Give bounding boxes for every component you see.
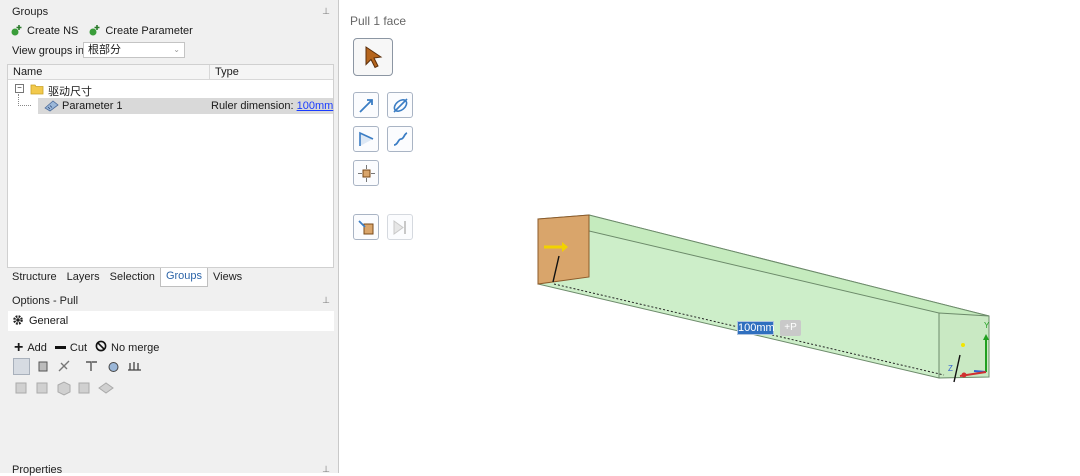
cut-label: Cut [69,341,88,354]
parameter-type-prefix: Ruler dimension: [211,100,297,112]
cut-option[interactable]: Cut [54,341,88,354]
cube-option-icon-2[interactable] [34,379,51,396]
view-groups-value: 根部分 [88,44,121,56]
create-ns-icon [10,24,23,37]
cube-option-icon-4[interactable] [76,379,93,396]
viewport[interactable]: Pull 1 face Y Z 100mm +P [340,0,1080,473]
general-section[interactable]: General [8,311,334,331]
general-label: General [29,315,69,327]
pull-both-sides-icon[interactable] [13,358,30,375]
create-ns-button[interactable]: Create NS [10,24,78,37]
chevron-down-icon: ⌄ [173,45,180,54]
parameter-icon [44,99,59,115]
cube-option-icon-3[interactable] [55,379,72,396]
tree-line [18,94,31,106]
folder-icon [30,83,44,98]
left-pane: Groups ⊥ Create NS Create Parameter View… [0,0,339,476]
view-groups-select[interactable]: 根部分 ⌄ [83,42,185,58]
model-box[interactable]: Y Z [340,0,1080,473]
rotate-option-icon[interactable] [105,358,122,375]
draft-option-icon[interactable] [83,358,100,375]
measure-option-icon[interactable] [56,358,73,375]
column-name-header[interactable]: Name [13,66,42,78]
view-groups-label: View groups in: [12,45,88,57]
no-merge-option[interactable]: No merge [95,340,159,355]
create-parameter-icon [88,24,101,37]
panel-tabs: Structure Layers Selection Groups Views [7,268,334,287]
create-parameter-label: Create Parameter [105,24,193,37]
parameter-type: Ruler dimension: 100mm [211,100,333,112]
folder-label: 驱动尺寸 [48,86,92,98]
tree-row-folder[interactable]: − 驱动尺寸 [8,82,333,98]
pin-icon[interactable]: ⊥ [322,295,330,306]
svg-text:Y: Y [984,321,990,330]
add-label: Add [27,341,47,354]
dimension-input[interactable]: 100mm [737,321,775,335]
gear-icon [12,314,24,329]
cube-option-icon-5[interactable] [97,379,114,396]
groups-panel-title: Groups [12,6,49,18]
groups-tree: Name Type − 驱动尺寸 Parameter 1 Ruler dimen… [7,64,334,268]
svg-text:Z: Z [948,364,953,373]
offset-option-icon[interactable] [126,358,143,375]
options-panel-title: Options - Pull [12,295,79,307]
tab-groups[interactable]: Groups [159,268,209,287]
tab-views[interactable]: Views [208,268,247,287]
tab-layers[interactable]: Layers [62,268,105,287]
add-option[interactable]: + Add [14,338,47,356]
ruler-option-icon[interactable] [35,358,52,375]
dimension-add-parameter-button[interactable]: +P [780,320,801,336]
create-parameter-button[interactable]: Create Parameter [88,24,193,37]
create-ns-label: Create NS [27,24,79,37]
parameter-value-link[interactable]: 100mm [297,100,334,112]
no-merge-icon [95,340,107,355]
tree-header: Name Type [8,65,333,80]
pin-icon[interactable]: ⊥ [322,6,330,17]
no-merge-label: No merge [111,341,160,354]
tree-row-parameter[interactable]: Parameter 1 Ruler dimension: 100mm [18,94,333,115]
properties-panel-title: Properties [12,464,63,476]
tab-structure[interactable]: Structure [7,268,62,287]
plus-icon: + [14,338,24,356]
tab-selection[interactable]: Selection [105,268,160,287]
minus-icon [54,346,66,349]
cube-option-icon-1[interactable] [13,379,30,396]
column-type-header[interactable]: Type [209,65,239,79]
pin-icon[interactable]: ⊥ [322,464,330,475]
parameter-label: Parameter 1 [62,100,123,112]
collapse-icon[interactable]: − [15,84,24,93]
